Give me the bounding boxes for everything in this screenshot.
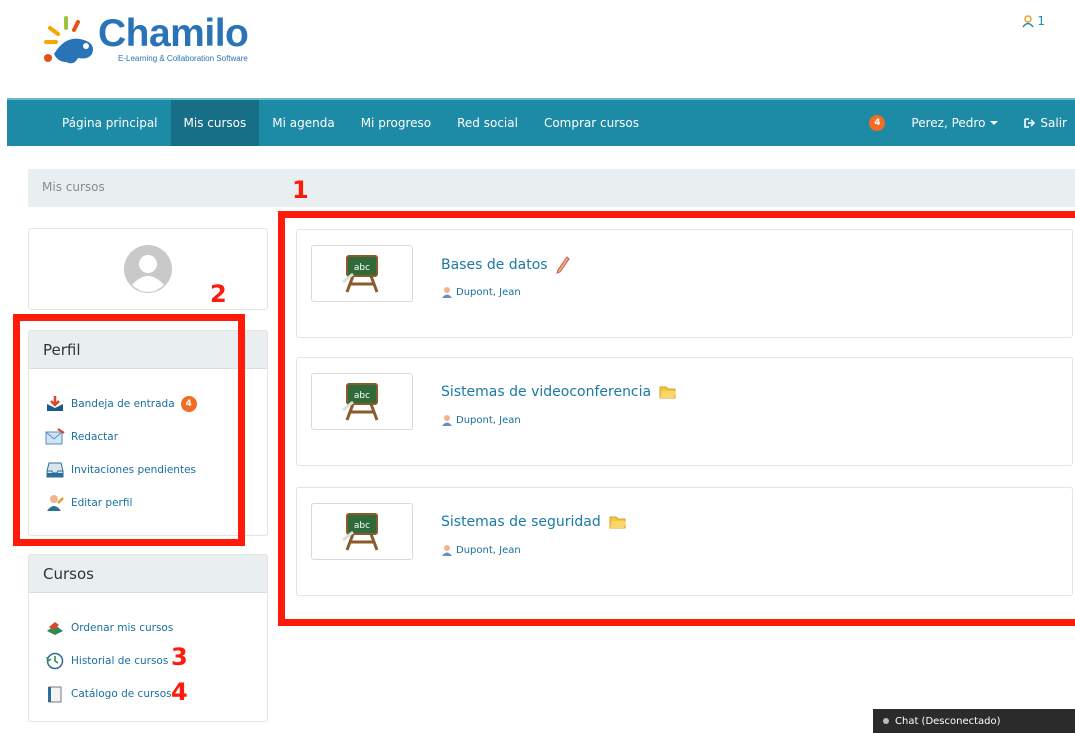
logout-label: Salir: [1040, 116, 1067, 130]
notifications-button[interactable]: 4: [856, 100, 898, 146]
courses-panel-title: Cursos: [29, 555, 267, 593]
online-users[interactable]: 1: [1022, 14, 1045, 28]
annotation-number-3: 3: [171, 643, 188, 671]
nav-agenda[interactable]: Mi agenda: [259, 100, 347, 146]
course-catalog-link[interactable]: Catálogo de cursos: [45, 677, 251, 710]
course-history-link[interactable]: Historial de cursos: [45, 644, 251, 677]
main-navbar: Página principal Mis cursos Mi agenda Mi…: [7, 98, 1075, 146]
sort-courses-label: Ordenar mis cursos: [71, 621, 174, 634]
chat-bar[interactable]: Chat (Desconectado): [873, 709, 1075, 733]
course-catalog-label: Catálogo de cursos: [71, 687, 172, 700]
breadcrumb-current: Mis cursos: [42, 180, 105, 194]
avatar-panel: [28, 228, 268, 310]
nav-my-courses[interactable]: Mis cursos: [170, 100, 260, 146]
brand-tagline: E-Learning & Collaboration Software: [118, 54, 248, 63]
notifications-badge: 4: [869, 115, 886, 131]
nav-progress[interactable]: Mi progreso: [348, 100, 444, 146]
logout-button[interactable]: Salir: [1011, 100, 1075, 146]
annotation-box-courses: [278, 211, 1075, 626]
annotation-number-4: 4: [171, 678, 188, 706]
annotation-number-2: 2: [210, 280, 227, 308]
user-menu-dropdown[interactable]: Perez, Pedro: [898, 100, 1011, 146]
chat-status-label: Chat (Desconectado): [895, 715, 1001, 727]
chat-status-dot: [883, 718, 889, 724]
courses-panel: Cursos Ordenar mis cursos Historial de c…: [28, 554, 268, 722]
chamilo-logo[interactable]: Chamilo E-Learning & Collaboration Softw…: [44, 10, 264, 70]
nav-home[interactable]: Página principal: [49, 100, 171, 146]
online-users-count: 1: [1037, 14, 1045, 28]
avatar[interactable]: [124, 245, 172, 293]
chameleon-icon: [44, 16, 93, 64]
catalog-book-icon: [48, 686, 62, 702]
annotation-box-profile: [13, 314, 245, 546]
sign-out-icon: [1024, 118, 1036, 128]
course-history-label: Historial de cursos: [71, 654, 169, 667]
user-name: Perez, Pedro: [911, 116, 986, 130]
annotation-number-1: 1: [292, 176, 309, 204]
user-icon: [1022, 14, 1034, 27]
history-clock-icon: [46, 652, 64, 669]
brand-name: Chamilo: [98, 12, 249, 55]
caret-down-icon: [990, 121, 999, 125]
breadcrumb: Mis cursos: [28, 169, 1075, 207]
nav-social[interactable]: Red social: [444, 100, 531, 146]
nav-buy-courses[interactable]: Comprar cursos: [531, 100, 652, 146]
sort-courses-link[interactable]: Ordenar mis cursos: [45, 611, 251, 644]
sort-books-icon: [47, 621, 63, 635]
